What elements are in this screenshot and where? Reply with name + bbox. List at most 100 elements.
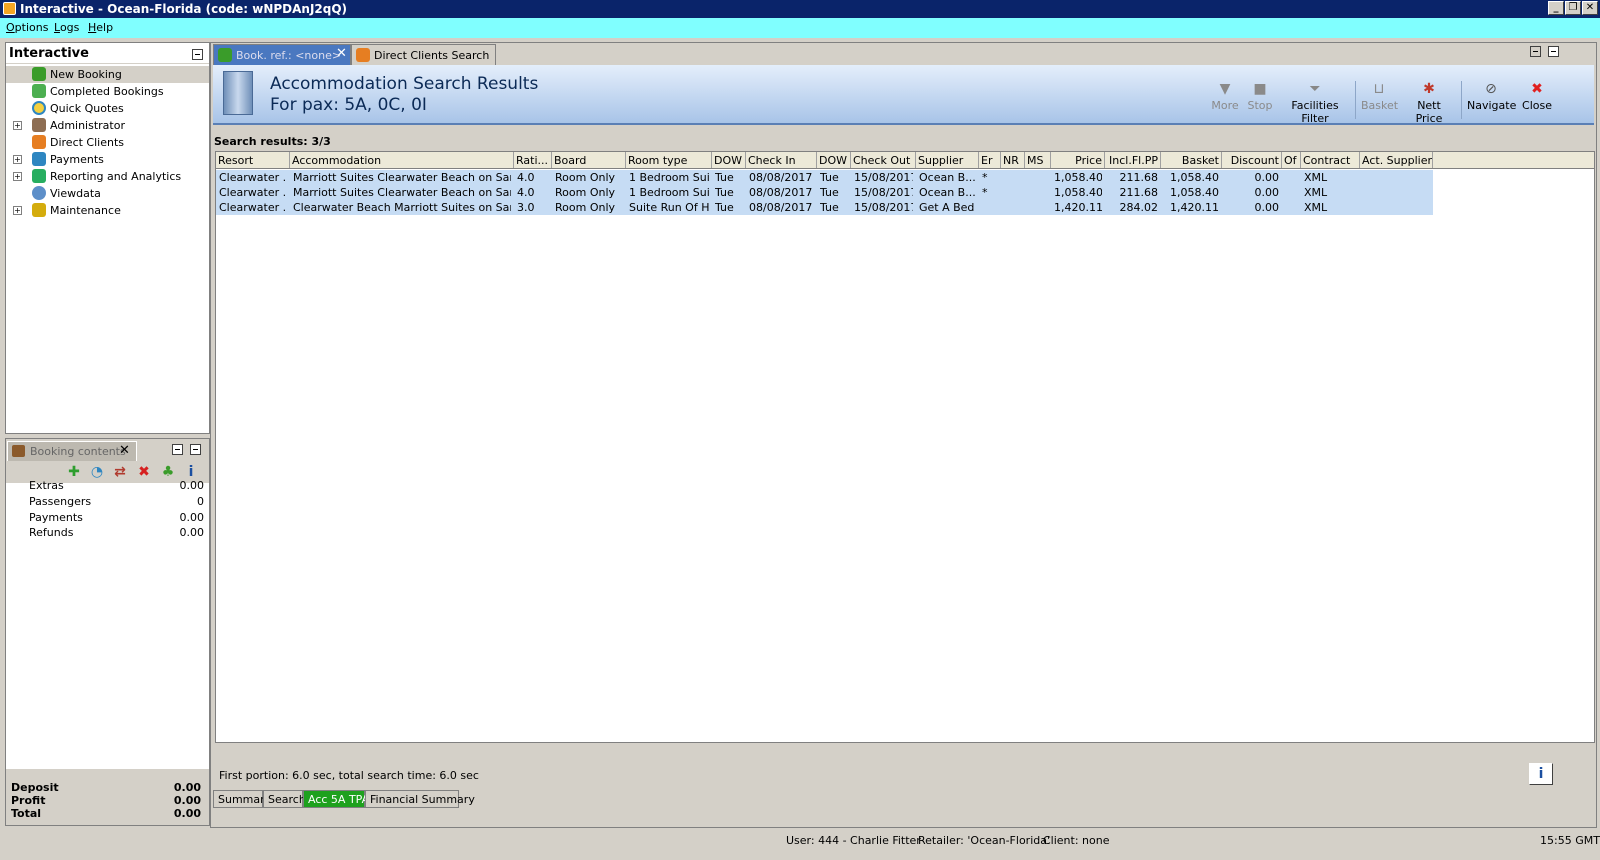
nav-item-direct-clients[interactable]: Direct Clients	[6, 134, 209, 151]
tab-booking-ref[interactable]: Book. ref.: <none> ✕	[213, 44, 351, 65]
booking-row-passengers: Passengers 0	[29, 495, 204, 508]
table-cell: 4.0	[517, 186, 535, 199]
nett-price-button[interactable]: ✱ Nett Price	[1403, 81, 1455, 125]
column-header[interactable]: NR	[1001, 152, 1025, 168]
column-header[interactable]: Of	[1282, 152, 1301, 168]
clients-icon	[356, 48, 370, 62]
table-cell: *	[982, 171, 988, 184]
table-cell: XML	[1304, 171, 1328, 184]
compass-icon: ⊘	[1485, 81, 1497, 97]
toolbar-separator	[1461, 81, 1462, 119]
app-icon	[3, 2, 16, 15]
booking-minimize-button[interactable]	[172, 444, 183, 455]
expand-icon[interactable]: +	[13, 172, 22, 181]
nav-item-administrator[interactable]: + Administrator	[6, 117, 209, 134]
main-maximize-button[interactable]	[1548, 46, 1559, 57]
nav-collapse-button[interactable]	[192, 49, 203, 60]
basket-button[interactable]: ⊔ Basket	[1361, 81, 1398, 121]
suitcase-icon	[12, 445, 25, 457]
nav-item-maintenance[interactable]: + Maintenance	[6, 202, 209, 219]
table-row[interactable]: Clearwater ... Marriott Suites Clearwater…	[216, 170, 1433, 185]
clock-icon	[32, 101, 46, 115]
total-deposit: Deposit 0.00	[11, 781, 201, 794]
tab-financial-summary[interactable]: Financial Summary	[365, 790, 475, 808]
column-header[interactable]: Basket	[1161, 152, 1222, 168]
column-header[interactable]: Discount	[1222, 152, 1282, 168]
toolbar-separator	[1355, 81, 1356, 119]
column-header[interactable]: Resort	[216, 152, 290, 168]
report-icon	[32, 169, 46, 183]
table-cell: 1,420.11	[1170, 201, 1219, 214]
column-header[interactable]: DOW	[817, 152, 851, 168]
minimize-button[interactable]: _	[1548, 1, 1564, 15]
close-button[interactable]: ✖ Close	[1519, 81, 1555, 121]
close-icon[interactable]: ✕	[336, 46, 347, 61]
column-header[interactable]: Accommodation	[290, 152, 514, 168]
table-cell: Ocean B...	[919, 186, 976, 199]
column-header[interactable]: Incl.Fl.PP	[1105, 152, 1161, 168]
table-cell: 15/08/2017	[854, 201, 913, 214]
column-header[interactable]: MS	[1025, 152, 1051, 168]
expand-icon[interactable]: +	[13, 155, 22, 164]
column-header[interactable]: DOW	[712, 152, 746, 168]
close-window-button[interactable]: ✕	[1582, 1, 1598, 15]
nav-item-quick-quotes[interactable]: Quick Quotes	[6, 100, 209, 117]
table-cell: Ocean B...	[919, 171, 976, 184]
facilities-filter-button[interactable]: ⏷ Facilities Filter	[1277, 81, 1353, 125]
table-cell: Tue	[715, 186, 734, 199]
nav-item-payments[interactable]: + Payments	[6, 151, 209, 168]
globe-icon	[32, 186, 46, 200]
table-cell: Tue	[715, 171, 734, 184]
menu-options[interactable]: Options	[6, 21, 48, 34]
tab-acc-5a-tpa[interactable]: Acc 5A TPA	[303, 790, 369, 808]
column-header[interactable]: Rati...	[514, 152, 552, 168]
close-icon[interactable]: ✕	[119, 443, 130, 458]
nav-item-viewdata[interactable]: Viewdata	[6, 185, 209, 202]
column-header[interactable]: Er	[979, 152, 1001, 168]
results-table[interactable]: Resort Accommodation Rati... Board Room type…	[215, 151, 1595, 743]
payments-icon	[32, 152, 46, 166]
booking-totals: Deposit 0.00 Profit 0.00 Total 0.00	[6, 769, 209, 825]
table-row[interactable]: Clearwater ... Marriott Suites Clearwater…	[216, 185, 1433, 200]
chevron-down-icon: ▼	[1219, 81, 1231, 97]
more-button[interactable]: ▼ More	[1203, 81, 1247, 121]
main-panel: Book. ref.: <none> ✕ Direct Clients Sear…	[210, 42, 1597, 828]
banner-subtitle: For pax: 5A, 0C, 0I	[270, 95, 427, 115]
main-minimize-button[interactable]	[1530, 46, 1541, 57]
column-header[interactable]: Supplier	[916, 152, 979, 168]
table-cell: Tue	[820, 201, 839, 214]
table-cell: Clearwater Beach Marriott Suites on Sand…	[293, 201, 511, 214]
menu-logs[interactable]: Logs	[54, 21, 79, 34]
table-cell: Suite Run Of H...	[629, 201, 709, 214]
status-bar: User: 444 - Charlie Fitter Retailer: 'Oc…	[0, 830, 1600, 850]
expand-icon[interactable]: +	[13, 121, 22, 130]
tab-search[interactable]: Search	[263, 790, 306, 808]
menu-help[interactable]: Help	[88, 21, 113, 34]
table-cell: 1,058.40	[1054, 186, 1102, 199]
column-header[interactable]: Check Out	[851, 152, 916, 168]
tab-summary[interactable]: Summary	[213, 790, 271, 808]
table-cell: 1,420.11	[1054, 201, 1102, 214]
table-cell: 1,058.40	[1170, 186, 1219, 199]
table-cell: 08/08/2017	[749, 171, 813, 184]
column-header[interactable]: Room type	[626, 152, 712, 168]
nav-item-completed-bookings[interactable]: Completed Bookings	[6, 83, 209, 100]
tab-direct-clients-search[interactable]: Direct Clients Search	[351, 44, 496, 65]
info-button[interactable]: i	[1529, 763, 1553, 785]
table-cell: 3.0	[517, 201, 535, 214]
stop-button[interactable]: ■ Stop	[1245, 81, 1275, 121]
booking-contents-tab[interactable]: Booking contents ✕	[7, 441, 137, 461]
restore-button[interactable]: ❐	[1565, 1, 1581, 15]
column-header[interactable]: Price	[1051, 152, 1105, 168]
column-header[interactable]: Contract	[1301, 152, 1360, 168]
column-header[interactable]: Check In	[746, 152, 817, 168]
navigate-button[interactable]: ⊘ Navigate	[1467, 81, 1516, 121]
column-header[interactable]: Board	[552, 152, 626, 168]
expand-icon[interactable]: +	[13, 206, 22, 215]
table-cell: 4.0	[517, 171, 535, 184]
nav-item-reporting[interactable]: + Reporting and Analytics	[6, 168, 209, 185]
column-header[interactable]: Act. Supplier	[1360, 152, 1433, 168]
booking-maximize-button[interactable]	[190, 444, 201, 455]
table-row[interactable]: Clearwater ... Clearwater Beach Marriott …	[216, 200, 1433, 215]
nav-item-new-booking[interactable]: New Booking	[6, 66, 209, 83]
